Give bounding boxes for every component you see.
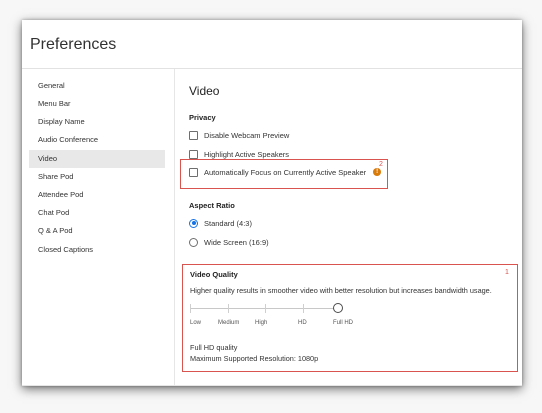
aspect-widescreen-label: Wide Screen (16:9) <box>204 237 269 247</box>
sidebar-item-attendee-pod[interactable]: Attendee Pod <box>29 186 165 204</box>
video-quality-description: Higher quality results in smoother video… <box>190 286 492 295</box>
sidebar: General Menu Bar Display Name Audio Conf… <box>22 69 175 386</box>
sidebar-item-general[interactable]: General <box>29 77 165 95</box>
aspect-standard-option[interactable]: Standard (4:3) <box>189 217 252 229</box>
bottom-divider <box>22 385 522 386</box>
sidebar-item-menu-bar[interactable]: Menu Bar <box>29 95 165 113</box>
info-icon[interactable]: ! <box>373 168 382 176</box>
page-title: Video <box>189 84 220 98</box>
disable-webcam-preview-checkbox[interactable] <box>189 130 198 140</box>
sidebar-item-share-pod[interactable]: Share Pod <box>29 168 165 186</box>
max-resolution-text: Maximum Supported Resolution: 1080p <box>190 354 319 363</box>
slider-label-low: Low <box>190 320 202 326</box>
sidebar-item-audio-conference[interactable]: Audio Conference <box>29 131 165 149</box>
video-quality-section-title: Video Quality <box>190 270 238 279</box>
auto-focus-active-speaker-checkbox[interactable] <box>189 167 198 177</box>
sidebar-item-chat-pod[interactable]: Chat Pod <box>29 204 165 222</box>
sidebar-item-display-name[interactable]: Display Name <box>29 113 165 131</box>
auto-focus-active-speaker-option[interactable]: Automatically Focus on Currently Active … <box>189 166 382 178</box>
slider-tick-hd <box>303 304 304 313</box>
slider-tick-high <box>265 304 266 313</box>
preferences-dialog: Preferences General Menu Bar Display Nam… <box>22 20 522 386</box>
aspect-ratio-section-title: Aspect Ratio <box>189 201 235 210</box>
aspect-widescreen-option[interactable]: Wide Screen (16:9) <box>189 236 269 248</box>
slider-label-hd: HD <box>298 320 307 326</box>
aspect-standard-radio[interactable] <box>189 218 198 228</box>
highlight-active-speakers-checkbox[interactable] <box>189 149 198 159</box>
slider-label-medium: Medium <box>218 320 240 326</box>
disable-webcam-preview-label: Disable Webcam Preview <box>204 130 290 140</box>
video-quality-slider-thumb[interactable] <box>333 303 343 313</box>
dialog-title: Preferences <box>30 36 117 53</box>
sidebar-item-closed-captions[interactable]: Closed Captions <box>29 241 165 259</box>
slider-tick-low <box>190 304 191 313</box>
auto-focus-active-speaker-label: Automatically Focus on Currently Active … <box>204 167 367 177</box>
sidebar-item-qa-pod[interactable]: Q & A Pod <box>29 222 165 240</box>
callout-number-1: 1 <box>505 269 509 276</box>
highlight-active-speakers-label: Highlight Active Speakers <box>204 149 290 159</box>
slider-tick-medium <box>228 304 229 313</box>
slider-label-high: High <box>255 320 268 326</box>
current-quality-text: Full HD quality <box>190 343 238 352</box>
sidebar-item-video[interactable]: Video <box>29 150 165 168</box>
video-settings-panel: Video Privacy Disable Webcam Preview Hig… <box>175 69 522 386</box>
disable-webcam-preview-option[interactable]: Disable Webcam Preview <box>189 129 289 141</box>
aspect-standard-label: Standard (4:3) <box>204 218 252 228</box>
privacy-section-title: Privacy <box>189 113 216 122</box>
slider-label-full-hd: Full HD <box>333 320 354 326</box>
aspect-widescreen-radio[interactable] <box>189 237 198 247</box>
